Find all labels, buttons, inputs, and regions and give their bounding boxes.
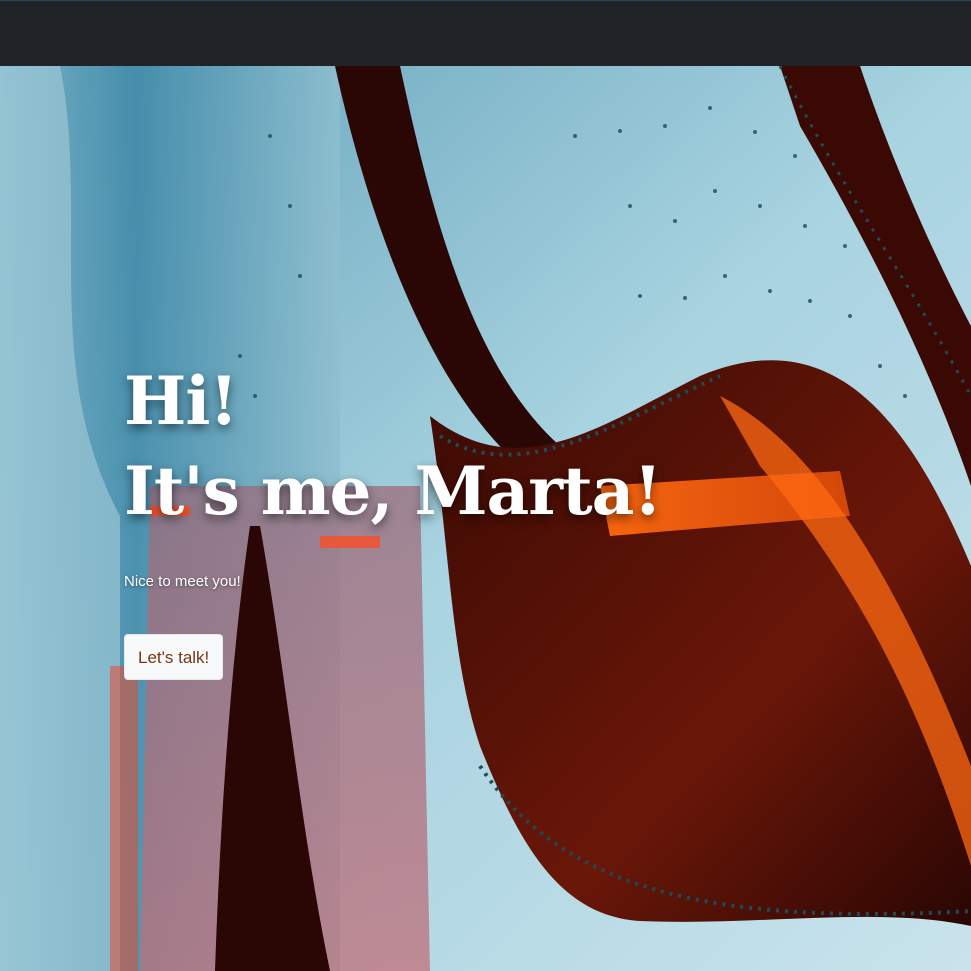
hero-content: Hi! It's me, Marta! Nice to meet you! Le… xyxy=(124,356,824,680)
top-navbar xyxy=(0,0,971,66)
hero-heading: Hi! It's me, Marta! xyxy=(124,356,824,536)
hero-subtitle: Nice to meet you! xyxy=(124,573,241,590)
hero-section: Hi! It's me, Marta! Nice to meet you! Le… xyxy=(0,66,971,971)
hero-heading-line-1: Hi! xyxy=(124,362,238,440)
lets-talk-button[interactable]: Let's talk! xyxy=(124,634,224,680)
hero-heading-line-2: It's me, Marta! xyxy=(124,452,662,530)
